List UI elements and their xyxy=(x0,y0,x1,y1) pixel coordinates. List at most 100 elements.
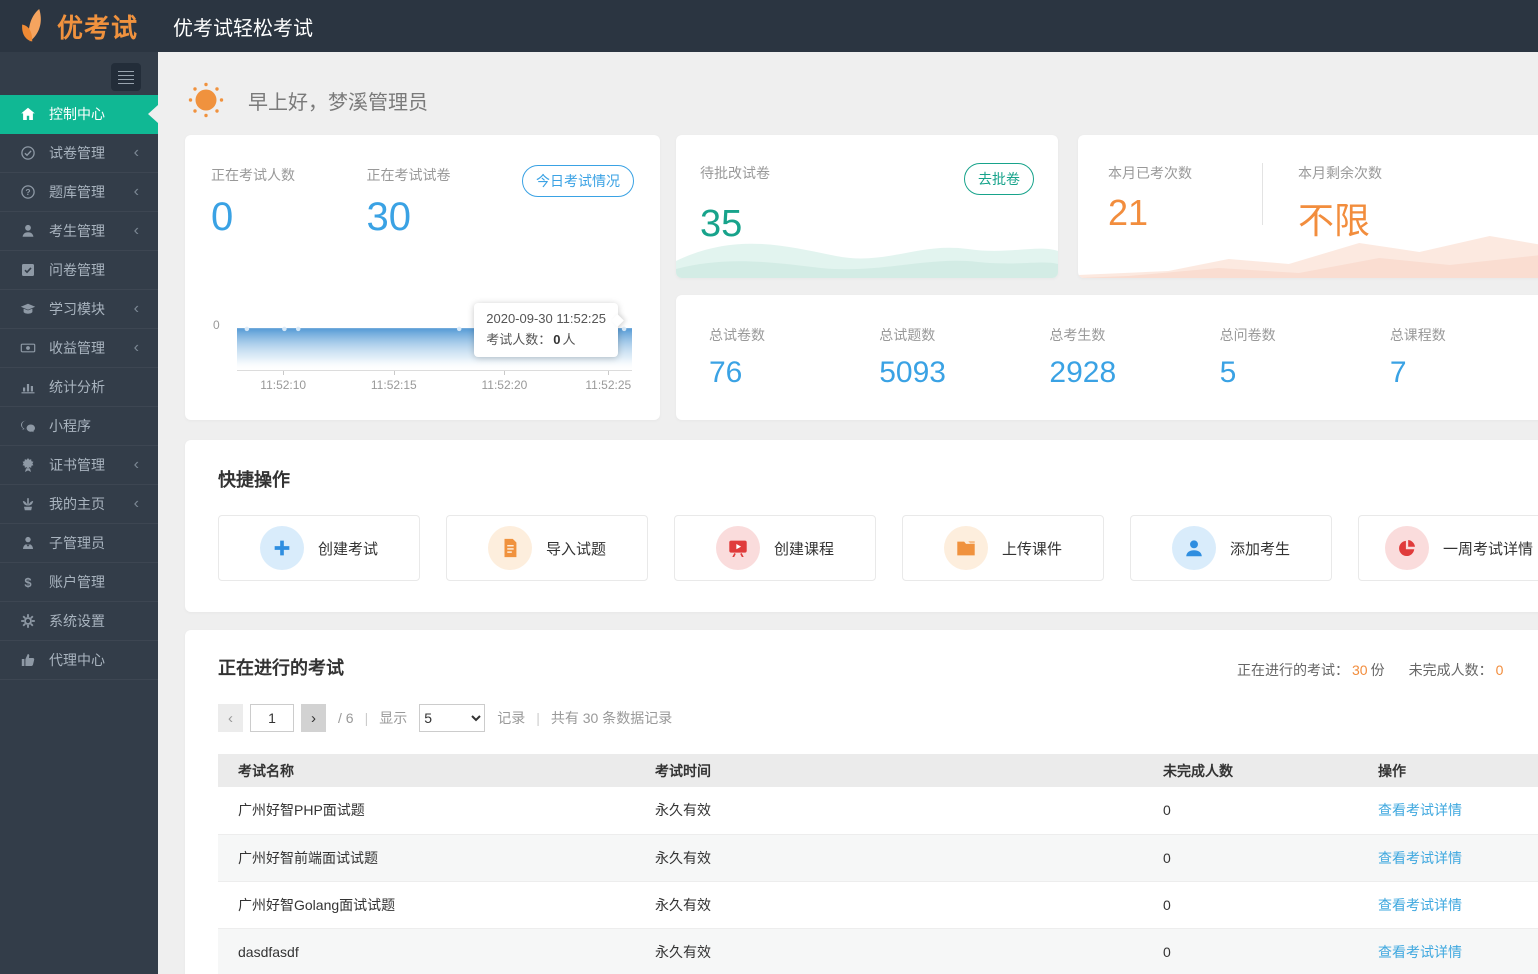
sidebar-item-统计分析[interactable]: 统计分析 xyxy=(0,368,158,407)
total-stat-label: 总课程数 xyxy=(1389,327,1446,343)
active-item-notch xyxy=(148,105,158,123)
chevron-left-icon: ‹ xyxy=(133,456,139,473)
quick-action-导入试题[interactable]: 导入试题 xyxy=(446,515,648,581)
view-exam-detail-link[interactable]: 查看考试详情 xyxy=(1378,802,1462,818)
grading-card: 待批改试卷 去批卷 35 xyxy=(676,135,1058,278)
sidebar-item-账户管理[interactable]: $ 账户管理 xyxy=(0,563,158,602)
chevron-left-icon: ‹ xyxy=(133,183,139,200)
sidebar-item-小程序[interactable]: 小程序 xyxy=(0,407,158,446)
column-header: 考试时间 xyxy=(635,754,1143,787)
ongoing-exams-card: 正在进行的考试 正在进行的考试：30份未完成人数：0 ‹ › / 6 | 显示 … xyxy=(185,630,1538,974)
show-label: 显示 xyxy=(379,710,408,726)
ongoing-summary: 正在进行的考试： 30 份未完成人数： 0 xyxy=(1237,662,1504,678)
table-row: 广州好智前端面试试题 永久有效 0 查看考试详情 xyxy=(218,834,1538,882)
sidebar-menu: 控制中心 试卷管理 ‹? 题库管理 ‹ 考生管理 ‹ 问卷管理 学习模块 ‹ 收益管理 ‹ 统计分析 小程… xyxy=(0,95,158,680)
quick-action-创建课程[interactable]: 创建课程 xyxy=(674,515,876,581)
exam-time-cell: 永久有效 xyxy=(635,881,1143,929)
folder-icon xyxy=(943,526,988,570)
pie-chart-icon xyxy=(1384,526,1429,570)
plus-icon xyxy=(259,526,304,570)
quick-action-label: 创建课程 xyxy=(773,540,834,558)
sidebar-item-控制中心[interactable]: 控制中心 xyxy=(0,95,158,134)
sidebar-item-收益管理[interactable]: 收益管理 ‹ xyxy=(0,329,158,368)
grading-label: 待批改试卷 xyxy=(700,165,770,181)
column-header: 操作 xyxy=(1358,754,1538,787)
action-cell: 查看考试详情 xyxy=(1358,834,1538,882)
sidebar-item-label: 统计分析 xyxy=(49,379,105,395)
x-axis-tick xyxy=(283,371,285,375)
exam-time-cell: 永久有效 xyxy=(635,787,1143,835)
x-axis-label: 11:52:25 xyxy=(585,378,632,392)
total-stat-label: 总问卷数 xyxy=(1219,327,1276,343)
quick-action-上传课件[interactable]: 上传课件 xyxy=(902,515,1104,581)
sidebar-item-我的主页[interactable]: 我的主页 ‹ xyxy=(0,485,158,524)
total-stat-value: 2928 xyxy=(1049,356,1117,389)
sidebar-item-学习模块[interactable]: 学习模块 ‹ xyxy=(0,290,158,329)
video-board-icon xyxy=(715,526,760,570)
menu-toggle-button[interactable] xyxy=(111,63,141,91)
graduation-cap-icon xyxy=(20,301,36,317)
total-stat: 总试题数 5093 xyxy=(879,325,1049,390)
total-stat: 总试卷数 76 xyxy=(709,325,879,390)
exam-paper-count-stat: 正在考试试卷 30 xyxy=(367,165,523,240)
quick-action-label: 导入试题 xyxy=(545,540,606,558)
quick-action-创建考试[interactable]: 创建考试 xyxy=(218,515,420,581)
stat-label: 正在考试人数 xyxy=(211,167,295,183)
view-exam-detail-link[interactable]: 查看考试详情 xyxy=(1378,944,1462,960)
sidebar-item-label: 试卷管理 xyxy=(49,145,105,161)
sidebar-item-考生管理[interactable]: 考生管理 ‹ xyxy=(0,212,158,251)
sidebar-item-子管理员[interactable]: 子管理员 xyxy=(0,524,158,563)
page-size-select[interactable]: 5 xyxy=(419,704,486,732)
action-cell: 查看考试详情 xyxy=(1358,787,1538,835)
money-icon xyxy=(20,340,36,356)
quick-action-label: 上传课件 xyxy=(1001,540,1062,558)
chevron-left-icon: ‹ xyxy=(133,144,139,161)
sub-admin-icon xyxy=(20,535,36,551)
records-label: 记录 xyxy=(497,710,526,726)
bar-chart-icon xyxy=(20,379,36,395)
sidebar-item-问卷管理[interactable]: 问卷管理 xyxy=(0,251,158,290)
stat-value: 30 xyxy=(366,195,412,239)
quick-action-添加考生[interactable]: 添加考生 xyxy=(1130,515,1332,581)
unfinished-count-cell: 0 xyxy=(1143,881,1358,929)
exam-time-cell: 永久有效 xyxy=(635,928,1143,974)
sidebar-item-证书管理[interactable]: 证书管理 ‹ xyxy=(0,446,158,485)
quick-action-一周考试详情[interactable]: 一周考试详情 xyxy=(1358,515,1538,581)
quick-actions-card: 快捷操作 创建考试 导入试题 创建课程 上传课件 添加考生 一周考试详情 xyxy=(185,440,1538,612)
chevron-left-icon: ‹ xyxy=(133,300,139,317)
sidebar-item-题库管理[interactable]: ? 题库管理 ‹ xyxy=(0,173,158,212)
dollar-icon: $ xyxy=(20,574,36,590)
app-header: 优考试 优考试轻松考试 xyxy=(0,0,1538,52)
thumbs-up-icon xyxy=(20,652,36,668)
x-axis-tick xyxy=(608,371,610,375)
monthly-used-stat: 本月已考次数 21 xyxy=(1108,165,1192,233)
view-exam-detail-link[interactable]: 查看考试详情 xyxy=(1378,897,1462,913)
chevron-left-icon: ‹ xyxy=(133,222,139,239)
column-header: 未完成人数 xyxy=(1143,754,1358,787)
monthly-remaining-stat: 本月剩余次数 不限 xyxy=(1298,165,1382,241)
column-header: 考试名称 xyxy=(218,754,635,787)
table-row: 广州好智Golang面试试题 永久有效 0 查看考试详情 xyxy=(218,881,1538,929)
gear-icon xyxy=(20,613,36,629)
go-grade-button[interactable]: 去批卷 xyxy=(964,163,1034,195)
quick-actions-title: 快捷操作 xyxy=(218,470,290,490)
svg-text:$: $ xyxy=(24,575,32,590)
sidebar-item-系统设置[interactable]: 系统设置 xyxy=(0,602,158,641)
page-number-input[interactable] xyxy=(250,704,294,732)
total-pages-label: / 6 xyxy=(338,710,354,726)
stat-label: 正在考试试卷 xyxy=(366,167,451,183)
view-exam-detail-link[interactable]: 查看考试详情 xyxy=(1378,850,1462,866)
sidebar-item-label: 系统设置 xyxy=(49,613,105,629)
grading-value: 35 xyxy=(700,203,743,245)
prev-page-button[interactable]: ‹ xyxy=(218,704,243,732)
document-icon xyxy=(487,526,532,570)
quick-action-label: 一周考试详情 xyxy=(1442,540,1533,558)
sidebar-item-代理中心[interactable]: 代理中心 xyxy=(0,641,158,680)
sidebar-item-label: 题库管理 xyxy=(49,184,105,200)
pagination: ‹ › / 6 | 显示 5 记录 | 共有 30 条数据记录 xyxy=(218,704,1538,732)
sidebar-item-试卷管理[interactable]: 试卷管理 ‹ xyxy=(0,134,158,173)
total-stat: 总问卷数 5 xyxy=(1220,325,1390,390)
total-stat-label: 总试题数 xyxy=(879,327,936,343)
next-page-button[interactable]: › xyxy=(301,704,326,732)
today-exam-status-button[interactable]: 今日考试情况 xyxy=(522,165,634,197)
